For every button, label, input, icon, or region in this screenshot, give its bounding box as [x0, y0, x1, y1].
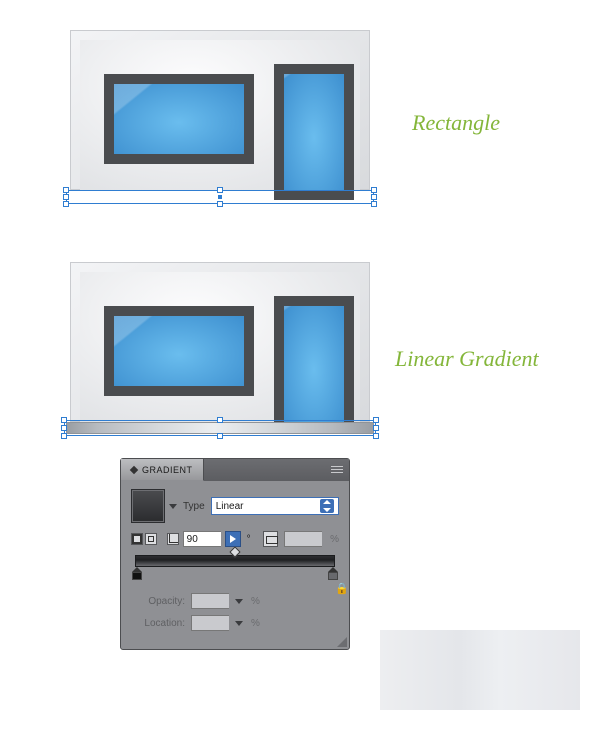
- opacity-input: [191, 593, 229, 609]
- angle-value: 90: [187, 534, 198, 545]
- selection-handle[interactable]: [217, 187, 223, 193]
- building-illustration-bottom: [70, 262, 370, 432]
- selection-handle[interactable]: [217, 433, 223, 439]
- selection-handle[interactable]: [373, 425, 379, 431]
- aspect-unit: %: [330, 534, 339, 545]
- location-label: Location:: [131, 618, 185, 629]
- opacity-unit: %: [251, 596, 260, 607]
- label-linear-gradient: Linear Gradient: [395, 346, 539, 372]
- opacity-label: Opacity:: [131, 596, 185, 607]
- selection-handle[interactable]: [371, 194, 377, 200]
- panel-menu-icon[interactable]: [331, 463, 343, 475]
- selection-handle[interactable]: [61, 417, 67, 423]
- selection-handle[interactable]: [217, 201, 223, 207]
- gradient-ramp[interactable]: 🔒: [135, 555, 335, 583]
- type-select[interactable]: Linear: [211, 497, 339, 515]
- panel-header[interactable]: GRADIENT: [121, 459, 349, 481]
- door-glass: [284, 74, 344, 190]
- building-inner: [80, 272, 360, 422]
- type-value: Linear: [216, 501, 244, 512]
- window-glass: [114, 84, 244, 154]
- selection-handle[interactable]: [61, 433, 67, 439]
- selection-handle[interactable]: [63, 194, 69, 200]
- gradient-panel[interactable]: GRADIENT Type Linear: [120, 458, 350, 650]
- building-inner: [80, 40, 360, 190]
- fill-icon[interactable]: [131, 533, 143, 545]
- selection-handle[interactable]: [217, 417, 223, 423]
- selection-center[interactable]: [218, 195, 222, 199]
- panel-title: GRADIENT: [142, 465, 193, 475]
- diamond-icon: [130, 465, 138, 473]
- selection-handle[interactable]: [371, 201, 377, 207]
- swatch-dropdown-icon[interactable]: [169, 504, 177, 509]
- resize-corner-icon[interactable]: [337, 637, 347, 647]
- label-rectangle: Rectangle: [412, 110, 500, 136]
- stroke-icon[interactable]: [145, 533, 157, 545]
- panel-body: Type Linear 90 ° %: [121, 481, 349, 649]
- gradient-preview-swatch[interactable]: [131, 489, 165, 523]
- stop-color-well[interactable]: [328, 572, 338, 580]
- door-frame: [274, 296, 354, 432]
- dropdown-icon[interactable]: [235, 599, 243, 604]
- selection-handle[interactable]: [61, 425, 67, 431]
- angle-submit-button[interactable]: [225, 531, 241, 547]
- window-glass: [114, 316, 244, 386]
- angle-unit: °: [247, 534, 251, 545]
- select-arrows-icon: [320, 499, 334, 513]
- window-frame: [104, 306, 254, 396]
- dropdown-icon[interactable]: [235, 621, 243, 626]
- angle-input[interactable]: 90: [183, 531, 221, 547]
- window-frame: [104, 74, 254, 164]
- color-stop-right[interactable]: [327, 567, 339, 581]
- door-glass: [284, 306, 344, 422]
- location-input: [191, 615, 229, 631]
- selection-handle[interactable]: [373, 433, 379, 439]
- aspect-input: [284, 531, 322, 547]
- stop-color-well[interactable]: [132, 572, 142, 580]
- angle-icon: [167, 533, 179, 545]
- color-stop-left[interactable]: [131, 567, 143, 581]
- building-illustration-top: [70, 30, 370, 200]
- location-unit: %: [251, 618, 260, 629]
- lock-icon[interactable]: 🔒: [335, 583, 345, 595]
- door-frame: [274, 64, 354, 200]
- selection-handle[interactable]: [371, 187, 377, 193]
- result-gradient-swatch: [380, 630, 580, 710]
- fill-stroke-icons[interactable]: [131, 533, 161, 545]
- selection-handle[interactable]: [373, 417, 379, 423]
- selection-handle[interactable]: [63, 201, 69, 207]
- type-label: Type: [183, 501, 205, 512]
- aspect-ratio-icon: [263, 531, 279, 547]
- panel-tab-gradient[interactable]: GRADIENT: [121, 459, 204, 481]
- selection-handle[interactable]: [63, 187, 69, 193]
